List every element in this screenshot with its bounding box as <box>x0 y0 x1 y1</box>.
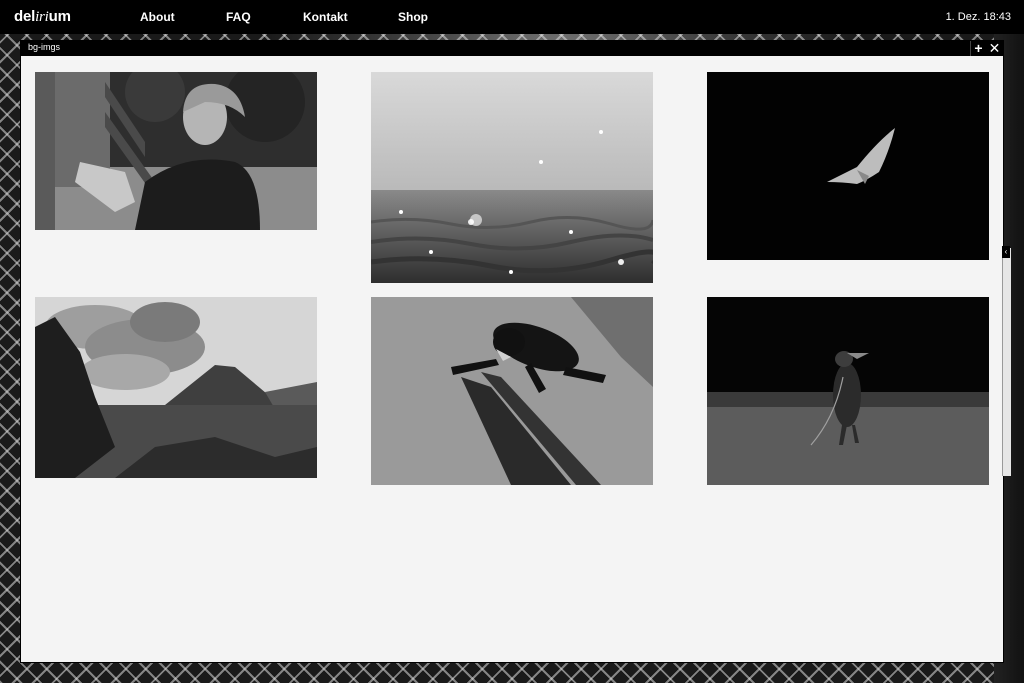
woman-photo-icon <box>35 72 317 230</box>
image-sea-snow[interactable] <box>371 72 653 283</box>
window-title: bg-imgs <box>28 42 61 52</box>
maximize-button[interactable]: + <box>970 41 986 56</box>
sea-photo-icon <box>371 72 653 283</box>
window-titlebar[interactable]: bg-imgs + ✕ <box>21 41 1003 56</box>
bg-imgs-window: bg-imgs + ✕ <box>21 41 1003 662</box>
image-woman-at-fence[interactable] <box>35 72 317 230</box>
top-menu-bar: delirium About FAQ Kontakt Shop 1. Dez. … <box>0 0 1024 34</box>
volcano-photo-icon <box>35 297 317 478</box>
nav-about[interactable]: About <box>140 10 175 24</box>
close-button[interactable]: ✕ <box>987 41 1002 56</box>
nav-shop[interactable]: Shop <box>398 10 428 24</box>
logo-text-italic: iri <box>35 9 49 25</box>
logo-text-start: del <box>14 8 36 25</box>
scroll-arrow-icon[interactable]: ‹ <box>1002 246 1010 258</box>
logo-text-end: um <box>48 8 71 25</box>
site-logo[interactable]: delirium <box>14 8 71 26</box>
clock: 1. Dez. 18:43 <box>945 11 1011 23</box>
bat-photo-icon <box>707 72 989 260</box>
goat-photo-icon <box>707 297 989 485</box>
image-goat-night[interactable] <box>707 297 989 485</box>
image-black-dog[interactable] <box>371 297 653 485</box>
nav-kontakt[interactable]: Kontakt <box>303 10 348 24</box>
image-volcano[interactable] <box>35 297 317 478</box>
window-scrollbar[interactable] <box>1002 248 1011 476</box>
dog-photo-icon <box>371 297 653 485</box>
nav-faq[interactable]: FAQ <box>226 10 251 24</box>
image-bat-night[interactable] <box>707 72 989 260</box>
